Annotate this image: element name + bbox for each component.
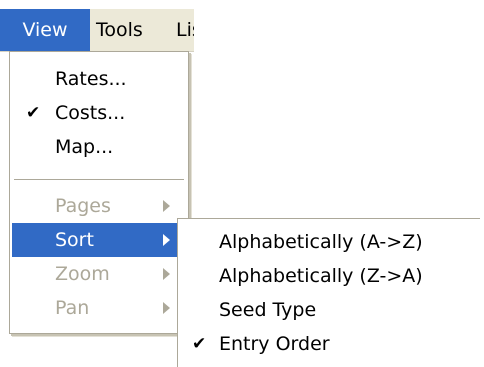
menu-item-label: Rates... — [55, 68, 127, 90]
menu-item-label: Map... — [55, 136, 114, 158]
menu-item-pages[interactable]: Pages — [12, 189, 186, 223]
menu-view[interactable]: View — [0, 9, 90, 51]
menu-item-zoom[interactable]: Zoom — [12, 257, 186, 291]
submenu-item-label: Alphabetically (Z->A) — [219, 265, 423, 287]
menu-item-label: Sort — [55, 229, 94, 251]
menu-bar: View Tools Lis — [0, 9, 194, 52]
menu-item-pan[interactable]: Pan — [12, 291, 186, 325]
menu-item-map[interactable]: Map... — [12, 130, 186, 164]
sort-submenu: Alphabetically (A->Z) Alphabetically (Z-… — [177, 218, 480, 367]
menu-item-rates[interactable]: Rates... — [12, 62, 186, 96]
menu-item-costs[interactable]: ✔ Costs... — [12, 96, 186, 130]
screen: View Tools Lis Rates... ✔ Costs... Map..… — [0, 0, 484, 367]
chevron-right-icon — [163, 268, 170, 280]
check-icon: ✔ — [26, 103, 41, 123]
chevron-right-icon — [163, 234, 170, 246]
menu-item-label: Pan — [55, 297, 90, 319]
submenu-item-alpha-za[interactable]: Alphabetically (Z->A) — [180, 259, 478, 293]
view-menu-dropdown: Rates... ✔ Costs... Map... Pages Sort Zo… — [9, 51, 189, 334]
menu-item-label: Zoom — [55, 263, 110, 285]
menu-list[interactable]: Lis — [176, 9, 194, 51]
submenu-item-label: Alphabetically (A->Z) — [219, 231, 423, 253]
menu-item-label: Pages — [55, 195, 111, 217]
check-icon: ✔ — [192, 334, 207, 354]
submenu-item-entry-order[interactable]: ✔ Entry Order — [180, 327, 478, 361]
submenu-item-label: Entry Order — [219, 333, 330, 355]
submenu-item-seed-type[interactable]: Seed Type — [180, 293, 478, 327]
menu-item-sort[interactable]: Sort — [12, 223, 186, 257]
submenu-item-alpha-az[interactable]: Alphabetically (A->Z) — [180, 225, 478, 259]
submenu-item-label: Seed Type — [219, 299, 317, 321]
menu-item-label: Costs... — [55, 102, 126, 124]
menu-separator — [14, 179, 184, 180]
chevron-right-icon — [163, 302, 170, 314]
menu-tools[interactable]: Tools — [96, 9, 143, 51]
chevron-right-icon — [163, 200, 170, 212]
